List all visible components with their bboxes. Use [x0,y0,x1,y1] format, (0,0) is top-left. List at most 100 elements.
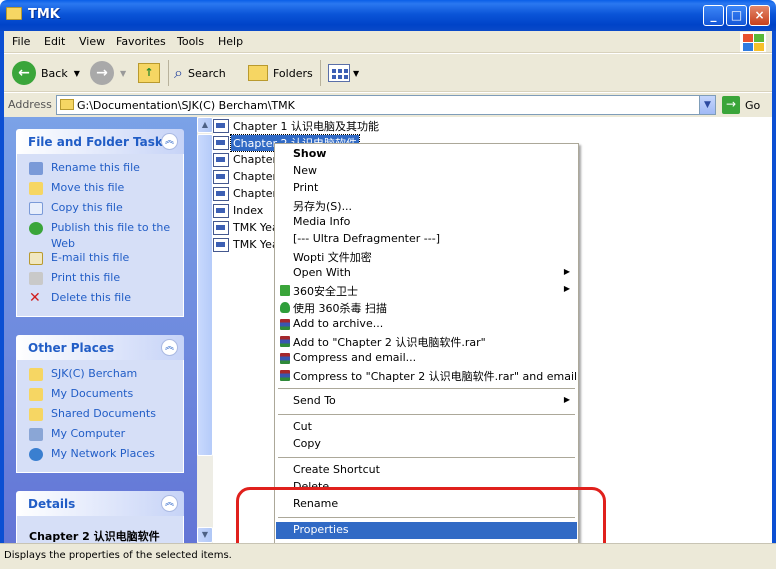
menu-item-label: New [293,164,317,177]
task-label: Print this file [51,271,121,284]
panel-header[interactable]: Other Places ︽ [16,335,184,360]
address-dropdown-button[interactable]: ▼ [699,96,715,114]
document-icon [213,169,229,184]
collapse-chevron-icon[interactable]: ︽ [161,495,178,512]
winrar-icon [280,336,290,347]
my-documents-icon [29,388,43,401]
status-text: Displays the properties of the selected … [4,550,232,561]
menu-edit[interactable]: Edit [44,35,65,48]
scroll-up-button[interactable]: ▲ [197,117,213,133]
menu-item-open-with[interactable]: Open With ▶ [276,265,577,282]
place-label: SJK(C) Bercham [51,367,138,380]
submenu-arrow-icon: ▶ [563,395,570,404]
globe-icon [29,222,43,235]
scroll-thumb[interactable] [197,134,213,456]
up-folder-icon: ↑ [138,63,160,83]
menu-item-send-to[interactable]: Send To ▶ [276,393,577,410]
place-my-documents[interactable]: My Documents [17,386,183,406]
views-button[interactable]: ▼ [328,60,359,86]
task-label: Rename this file [51,161,140,174]
rename-icon [29,162,43,175]
task-publish[interactable]: Publish this file to the Web [17,220,183,250]
menu-help[interactable]: Help [218,35,243,48]
task-label: E-mail this file [51,251,130,264]
menu-item-show[interactable]: Show [276,146,577,163]
file-item[interactable]: Chapter [213,185,279,202]
menu-item-compress-to-rar-email[interactable]: Compress to "Chapter 2 认识电脑软件.rar" and e… [276,367,577,384]
360-antivirus-icon [280,302,290,313]
menu-file[interactable]: File [12,35,30,48]
file-item[interactable]: Chapter [213,168,279,185]
menu-item-media-info[interactable]: Media Info [276,214,577,231]
vertical-scrollbar[interactable]: ▲ ▼ [197,117,213,543]
chevron-down-icon: ▼ [353,68,360,78]
file-item[interactable]: Chapter [213,151,279,168]
menu-item-copy[interactable]: Copy [276,436,577,453]
computer-icon [29,428,43,441]
task-delete[interactable]: ✕ Delete this file [17,290,183,310]
menu-item-360-scan[interactable]: 使用 360杀毒 扫描 [276,299,577,316]
menu-item-label: Media Info [293,215,351,228]
menu-item-add-to-archive[interactable]: Add to archive... [276,316,577,333]
task-copy[interactable]: Copy this file [17,200,183,220]
menu-favorites[interactable]: Favorites [116,35,166,48]
close-button[interactable]: × [749,5,770,26]
menu-tools[interactable]: Tools [177,35,204,48]
menu-item-360-safe[interactable]: 360安全卫士 ▶ [276,282,577,299]
panel-header[interactable]: Details ︽ [16,491,184,516]
submenu-arrow-icon: ▶ [563,267,570,276]
task-email[interactable]: E-mail this file [17,250,183,270]
winrar-icon [280,319,290,330]
window-title: TMK [28,7,60,22]
menu-item-label: Send To [293,394,336,407]
file-item[interactable]: Index [213,202,265,219]
search-icon: ⌕ [174,63,183,82]
file-item[interactable]: Chapter 1 认识电脑及其功能 [213,117,381,134]
forward-button[interactable]: → ▼ [90,60,126,86]
menu-item-new[interactable]: New [276,163,577,180]
address-bar: Address G:\Documentation\SJK(C) Bercham\… [4,93,772,117]
delete-x-icon: ✕ [29,290,41,306]
maximize-button[interactable]: □ [726,5,747,26]
forward-arrow-icon: → [90,61,114,85]
menu-item-compress-email[interactable]: Compress and email... [276,350,577,367]
menu-item-label: Wopti 文件加密 [293,251,372,264]
word-document-icon [213,220,229,235]
place-sjkc-bercham[interactable]: SJK(C) Bercham [17,366,183,386]
search-button[interactable]: ⌕ Search [174,60,226,86]
menu-item-create-shortcut[interactable]: Create Shortcut [276,462,577,479]
menu-item-save-as[interactable]: 另存为(S)... [276,197,577,214]
folders-button[interactable]: Folders [248,60,313,86]
address-input[interactable]: G:\Documentation\SJK(C) Bercham\TMK ▼ [56,95,716,115]
place-shared-documents[interactable]: Shared Documents [17,406,183,426]
menu-view[interactable]: View [79,35,105,48]
menu-item-print[interactable]: Print [276,180,577,197]
place-my-computer[interactable]: My Computer [17,426,183,446]
panel-header[interactable]: File and Folder Tasks ︽ [16,129,184,154]
folders-label: Folders [273,66,313,80]
title-bar: TMK _ □ × [0,0,776,31]
place-my-network-places[interactable]: My Network Places [17,446,183,466]
folder-icon [29,368,43,381]
context-menu: Show New Print 另存为(S)... Media Info [---… [274,143,579,545]
menu-item-cut[interactable]: Cut [276,419,577,436]
menu-item-add-to-rar[interactable]: Add to "Chapter 2 认识电脑软件.rar" [276,333,577,350]
task-move[interactable]: Move this file [17,180,183,200]
go-button[interactable]: → Go [722,96,760,114]
menu-item-ultra-defragmenter[interactable]: [--- Ultra Defragmenter ---] [276,231,577,248]
place-label: My Documents [51,387,134,400]
task-rename[interactable]: Rename this file [17,160,183,180]
scroll-down-button[interactable]: ▼ [197,527,213,543]
chevron-down-icon: ▼ [120,68,127,78]
panel-title: File and Folder Tasks [28,135,171,149]
task-label: Move this file [51,181,125,194]
collapse-chevron-icon[interactable]: ︽ [161,339,178,356]
panel-body: Chapter 2 认识电脑软件 [16,516,184,543]
menu-item-wopti-encrypt[interactable]: Wopti 文件加密 [276,248,577,265]
minimize-button[interactable]: _ [703,5,724,26]
back-button[interactable]: ← Back ▼ [12,60,80,86]
up-folder-button[interactable]: ↑ [138,60,160,86]
menu-item-label: Compress to "Chapter 2 认识电脑软件.rar" and e… [293,370,578,383]
task-print[interactable]: Print this file [17,270,183,290]
collapse-chevron-icon[interactable]: ︽ [161,133,178,150]
